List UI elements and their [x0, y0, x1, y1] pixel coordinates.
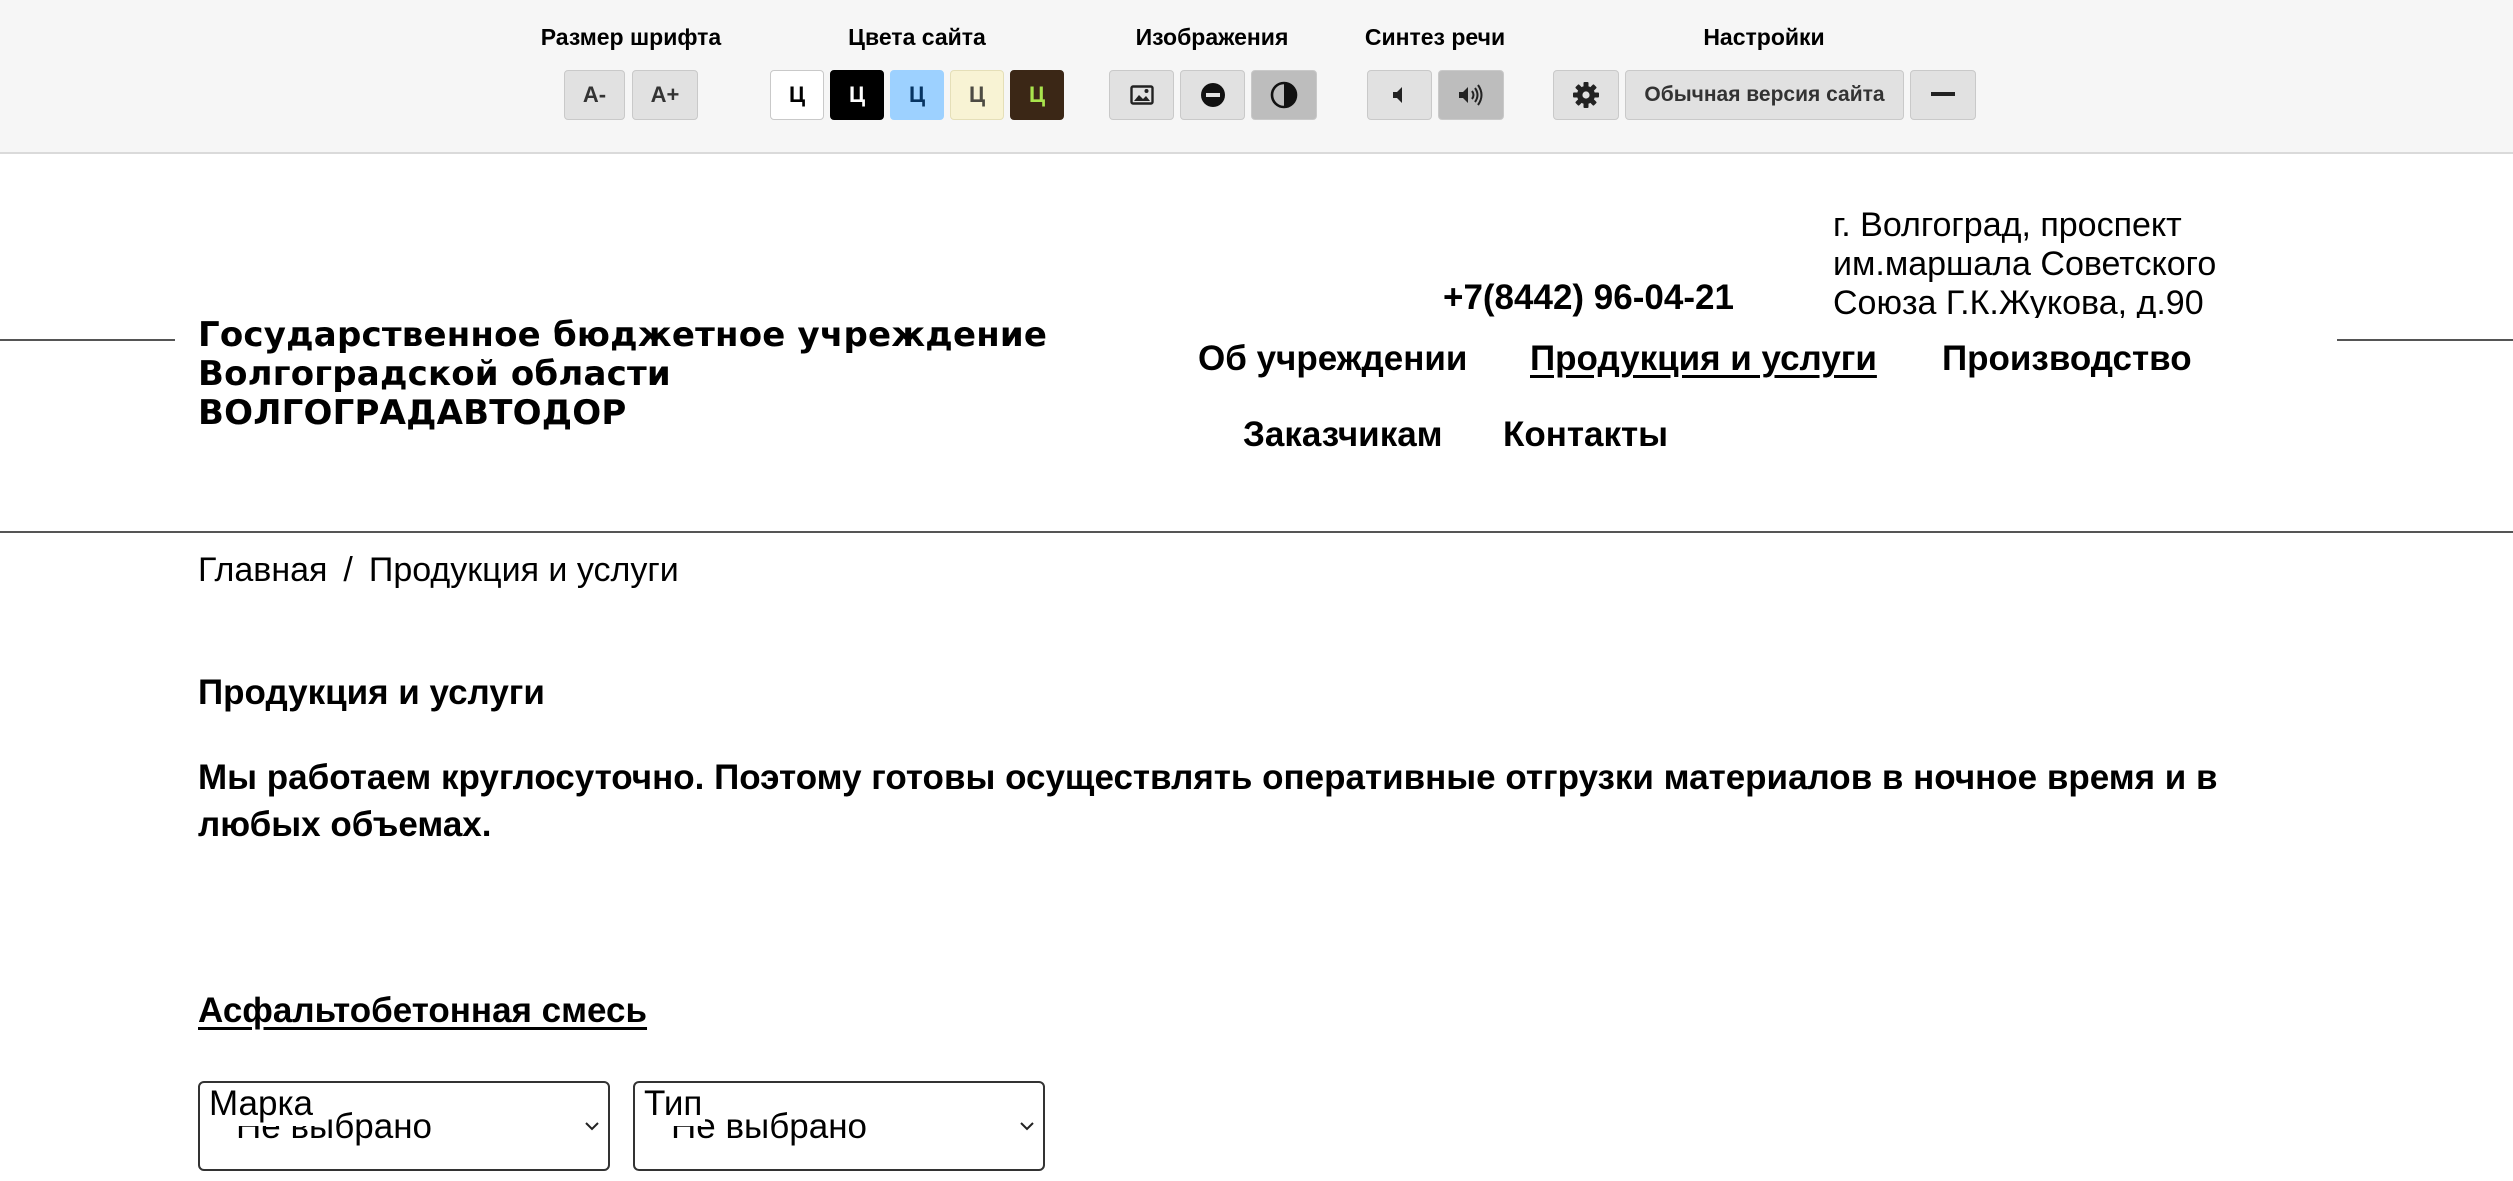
images-on-button[interactable]: [1109, 70, 1174, 120]
nav-item-contacts[interactable]: Контакты: [1503, 415, 1668, 455]
font-decrease-button[interactable]: A-: [564, 70, 625, 120]
nav-item-customers[interactable]: Заказчикам: [1243, 415, 1443, 455]
settings-button[interactable]: [1553, 70, 1619, 120]
speech-on-button[interactable]: [1438, 70, 1504, 120]
org-name-line-3: ВОЛГОГРАДАВТОДОР: [198, 393, 627, 433]
brand-select[interactable]: Марка Не выбрано: [198, 1081, 610, 1171]
intro-text: Мы работаем круглосуточно. Поэтому готов…: [198, 758, 2218, 844]
image-icon: [1129, 85, 1154, 105]
half-circle-contrast-icon: [1270, 81, 1298, 109]
asphalt-concrete-mix-link[interactable]: Асфальтобетонная смесь: [198, 991, 647, 1031]
site-colors-title: Цвета сайта: [848, 24, 986, 50]
header-address: г. Волгоград, проспект им.маршала Советс…: [1833, 206, 2303, 318]
nav-item-about[interactable]: Об учреждении: [1198, 339, 1467, 379]
breadcrumb-home[interactable]: Главная: [198, 551, 327, 589]
header-divider-right: [2337, 339, 2513, 341]
brand-select-label: Марка: [206, 1084, 317, 1126]
color-scheme-white-button[interactable]: Ц: [770, 70, 824, 120]
nav-item-production[interactable]: Производство: [1942, 339, 2192, 379]
header-address-text: г. Волгоград, проспект им.маршала Советс…: [1833, 206, 2217, 318]
color-scheme-brown-button[interactable]: Ц: [1010, 70, 1064, 120]
settings-title: Настройки: [1703, 24, 1825, 50]
images-title: Изображения: [1135, 24, 1289, 50]
organization-name[interactable]: Государственное бюджетное учреждение Вол…: [198, 316, 1098, 433]
nav-item-products[interactable]: Продукция и услуги: [1530, 339, 1877, 379]
page-title: Продукция и услуги: [198, 673, 545, 712]
regular-version-button[interactable]: Обычная версия сайта: [1625, 70, 1904, 120]
color-scheme-beige-button[interactable]: Ц: [950, 70, 1004, 120]
collapse-panel-button[interactable]: [1910, 70, 1976, 120]
org-name-line-2: Волгоградской области: [198, 354, 671, 394]
type-select-label: Тип: [641, 1084, 706, 1126]
speaker-off-icon: [1389, 84, 1411, 106]
header-bottom-divider: [0, 531, 2513, 533]
speaker-on-icon: [1456, 83, 1486, 107]
chevron-down-icon: [1019, 1119, 1035, 1137]
speech-off-button[interactable]: [1367, 70, 1432, 120]
font-size-title: Размер шрифта: [540, 24, 722, 50]
breadcrumb-separator: /: [343, 551, 353, 589]
accessibility-panel: Размер шрифта A- A+ Цвета сайта Ц Ц Ц Ц …: [0, 0, 2513, 154]
color-scheme-blue-button[interactable]: Ц: [890, 70, 944, 120]
color-scheme-black-button[interactable]: Ц: [830, 70, 884, 120]
type-select[interactable]: Тип Не выбрано: [633, 1081, 1045, 1171]
minus-icon: [1931, 92, 1955, 98]
breadcrumb: Главная / Продукция и услуги: [198, 551, 679, 590]
header-phone[interactable]: +7(8442) 96-04-21: [1443, 278, 1734, 318]
header-divider-left: [0, 339, 175, 341]
images-off-button[interactable]: [1180, 70, 1245, 120]
speech-title: Синтез речи: [1364, 24, 1506, 50]
chevron-down-icon: [584, 1119, 600, 1137]
minus-circle-icon: [1200, 82, 1226, 108]
breadcrumb-current: Продукция и услуги: [368, 551, 679, 589]
images-grayscale-button[interactable]: [1251, 70, 1317, 120]
org-name-line-1: Государственное бюджетное учреждение: [198, 315, 1048, 355]
gear-icon: [1572, 81, 1600, 109]
font-increase-button[interactable]: A+: [632, 70, 698, 120]
